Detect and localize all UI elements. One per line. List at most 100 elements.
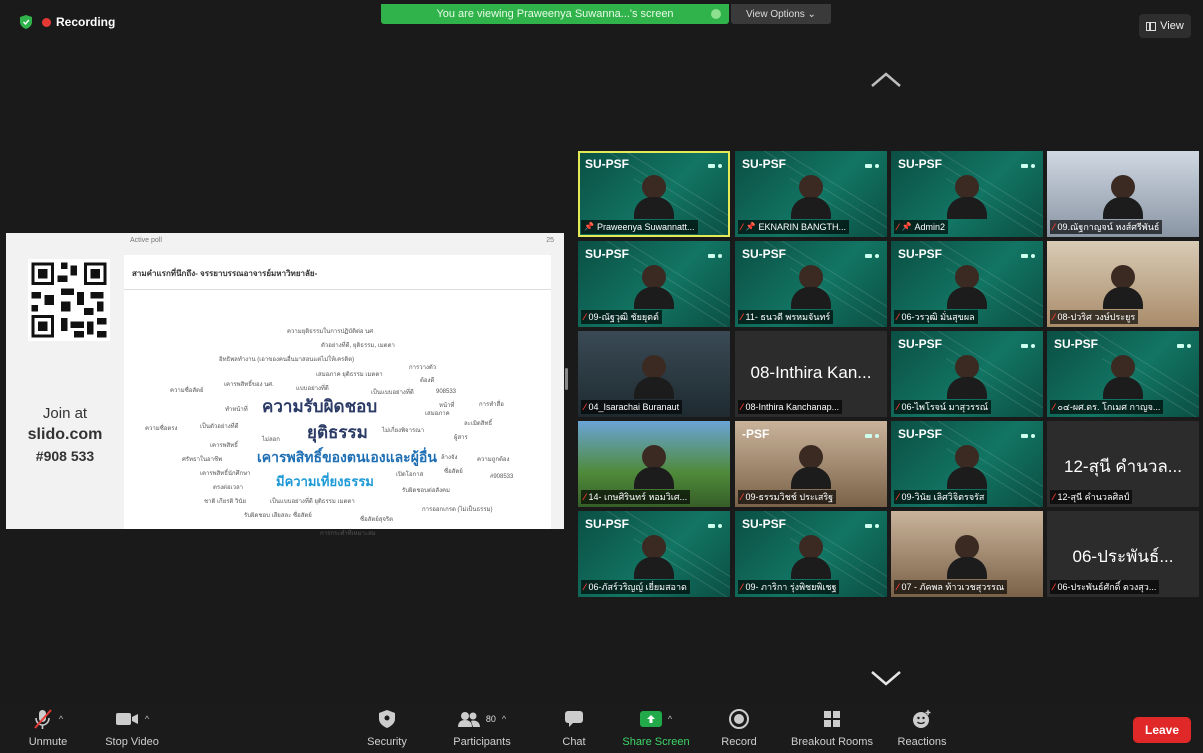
shared-screen: Join at slido.com #908 533 Active poll 2… xyxy=(6,233,564,537)
participants-icon xyxy=(457,712,480,727)
participant-name: 06-ภัสร์วริญญ์ เยี่ยมสอาด xyxy=(588,582,687,592)
chat-button[interactable]: Chat xyxy=(556,707,592,748)
tile-menu-icon[interactable] xyxy=(865,426,881,438)
view-options-button[interactable]: View Options ⌄ xyxy=(731,4,831,24)
pin-icon: 📌 xyxy=(901,222,912,231)
cloud-word: เสมอภาค ยุติธรรม เมตตา xyxy=(316,372,383,378)
breakout-rooms-button[interactable]: Breakout Rooms xyxy=(784,707,880,748)
participant-tile[interactable]: 08-Inthira Kan... ⁄ 08-Inthira Kanchanap..… xyxy=(735,331,887,417)
participant-video xyxy=(634,445,674,491)
tile-menu-icon[interactable] xyxy=(708,516,724,528)
participant-name-tag: 📌 Praweenya Suwannatt... xyxy=(581,220,698,234)
participant-name-tag: ⁄ 08-ปวริศ วงษ์ประยูร xyxy=(1050,310,1139,324)
cloud-word: ชาติ เกียรติ วินัย xyxy=(204,499,246,505)
unmute-label: Unmute xyxy=(28,736,68,748)
participant-tile[interactable]: ⁄ 08-ปวริศ วงษ์ประยูร xyxy=(1047,241,1199,327)
participants-button[interactable]: 80 ^ Participants xyxy=(445,707,519,748)
splitter-handle[interactable] xyxy=(565,368,568,390)
mic-muted-icon: ⁄ xyxy=(1053,222,1055,232)
view-button[interactable]: View xyxy=(1139,14,1191,38)
participant-tile[interactable]: 06-ประพันธ์... ⁄ 06-ประพันธ์ศักดิ์ ดวงสุว.… xyxy=(1047,511,1199,597)
participant-tile[interactable]: SU-PSF ⁄ 09-วินัย เลิศวิจิตรจรัส xyxy=(891,421,1043,507)
mic-muted-icon: ⁄ xyxy=(1053,492,1055,502)
record-button[interactable]: Record xyxy=(714,707,764,748)
participant-tile[interactable]: SU-PSF ⁄ 📌 EKNARIN BANGTH... xyxy=(735,151,887,237)
chevron-up-icon[interactable]: ^ xyxy=(59,714,63,724)
tile-menu-icon[interactable] xyxy=(1021,426,1037,438)
cloud-word: ซื่อสัตย์สุจริต xyxy=(360,517,394,523)
participant-name: 08-ปวริศ วงษ์ประยูร xyxy=(1057,312,1136,322)
breakout-rooms-label: Breakout Rooms xyxy=(791,736,873,748)
participant-video xyxy=(791,265,831,311)
participant-tile[interactable]: ⁄ 14- เกษศิรินทร์ หอมวิเศ... xyxy=(578,421,730,507)
cloud-word: ความซื่อตรง xyxy=(145,426,178,432)
cloud-word: 908533 xyxy=(436,389,457,395)
participant-name: 06-ไพโรจน์ มาสุวรรณ์ xyxy=(901,402,989,412)
chevron-up-icon[interactable]: ^ xyxy=(502,714,506,724)
participant-name: EKNARIN BANGTH... xyxy=(758,222,846,232)
share-screen-button[interactable]: ^ Share Screen xyxy=(618,707,694,748)
participant-tile[interactable]: SU-PSF ⁄ ๐๔-ผศ.ดร. โกเมศ กาญจ... xyxy=(1047,331,1199,417)
participant-tile[interactable]: 12-สุนี คำนวล... ⁄ 12-สุนี คำนวลศิลป์ xyxy=(1047,421,1199,507)
participant-tile[interactable]: SU-PSF ⁄ 📌 Admin2 xyxy=(891,151,1043,237)
chevron-up-icon[interactable] xyxy=(868,68,904,90)
tile-menu-icon[interactable] xyxy=(865,246,881,258)
participant-name: 09-ธรรมวิชช์ ประเสริฐ xyxy=(745,492,834,502)
participant-name-tag: ⁄ 04_Isarachai Buranaut xyxy=(581,400,683,414)
mic-muted-icon: ⁄ xyxy=(741,312,743,322)
record-dot-icon xyxy=(42,17,51,27)
tile-menu-icon[interactable] xyxy=(708,156,724,168)
tile-menu-icon[interactable] xyxy=(1021,156,1037,168)
participant-tile[interactable]: ⁄ 04_Isarachai Buranaut xyxy=(578,331,730,417)
chevron-down-icon[interactable] xyxy=(868,668,904,690)
tile-menu-icon[interactable] xyxy=(1177,336,1193,348)
chat-label: Chat xyxy=(562,736,586,748)
chevron-up-icon[interactable]: ^ xyxy=(145,714,149,724)
shield-icon xyxy=(379,710,395,728)
chevron-up-icon[interactable]: ^ xyxy=(668,714,672,724)
participant-tile[interactable]: SU-PSF ⁄ 09- ภาริกา รุ่งพิชยพิเชฐ xyxy=(735,511,887,597)
join-at-text: Join at xyxy=(42,405,88,422)
participant-name-tag: ⁄ 09- ภาริกา รุ่งพิชยพิเชฐ xyxy=(738,580,840,594)
cloud-word: ซื่อสัตย์ xyxy=(444,469,463,475)
security-button[interactable]: Security xyxy=(360,707,414,748)
unmute-button[interactable]: ^ Unmute xyxy=(22,707,74,748)
participant-name: Praweenya Suwannatt... xyxy=(596,222,695,232)
tile-brand: SU-PSF xyxy=(742,517,787,531)
participant-tile[interactable]: ⁄ 07 - ภัคพล ท้าวเวชสุวรรณ xyxy=(891,511,1043,597)
tile-menu-icon[interactable] xyxy=(1021,336,1037,348)
participant-video xyxy=(791,175,831,221)
tile-menu-icon[interactable] xyxy=(1021,246,1037,258)
reactions-button[interactable]: Reactions xyxy=(892,707,952,748)
cloud-word: ความยุติธรรมในการปฏิบัติต่อ นศ xyxy=(287,329,374,335)
recording-indicator[interactable]: Recording xyxy=(42,15,115,29)
participant-tile[interactable]: SU-PSF ⁄ 06-วรวุฒิ มั่นสุขผล xyxy=(891,241,1043,327)
participant-tile[interactable]: -PSF ⁄ 09-ธรรมวิชช์ ประเสริฐ xyxy=(735,421,887,507)
tile-menu-icon[interactable] xyxy=(865,516,881,528)
participant-name: 09-ณัฐวุฒิ ชัยยุตต์ xyxy=(588,312,659,322)
participant-tile[interactable]: SU-PSF ⁄ 06-ไพโรจน์ มาสุวรรณ์ xyxy=(891,331,1043,417)
poll-question: สามคำแรกที่นึกถึง- จรรยาบรรณอาจารย์มหาวิ… xyxy=(132,269,318,278)
tile-menu-icon[interactable] xyxy=(708,246,724,258)
participant-tile[interactable]: SU-PSF ⁄ 09-ณัฐวุฒิ ชัยยุตต์ xyxy=(578,241,730,327)
participant-tile[interactable]: SU-PSF ⁄ 11- ธนวดี พรหมจันทร์ xyxy=(735,241,887,327)
participant-tile[interactable]: ⁄ 09.ณัฐกาญจน์ หงส์ศรีพันธ์ xyxy=(1047,151,1199,237)
cloud-word: ละเมิดสิทธิ์ xyxy=(464,421,493,427)
participant-video xyxy=(634,355,674,401)
participant-tile[interactable]: SU-PSF ⁄ 06-ภัสร์วริญญ์ เยี่ยมสอาด xyxy=(578,511,730,597)
participant-tile[interactable]: SU-PSF 📌 Praweenya Suwannatt... xyxy=(578,151,730,237)
cloud-word: ต้องดี xyxy=(420,378,435,384)
cloud-word: #908533 xyxy=(490,474,514,480)
cloud-word: เป็นแบบอย่างที่ดี xyxy=(371,390,414,396)
participant-name: 09- ภาริกา รุ่งพิชยพิเชฐ xyxy=(745,582,837,592)
tile-brand: SU-PSF xyxy=(898,337,943,351)
cloud-word: เปิดโอกาส xyxy=(396,472,424,478)
participant-name: 14- เกษศิรินทร์ หอมวิเศ... xyxy=(588,492,688,502)
stop-video-button[interactable]: ^ Stop Video xyxy=(98,707,166,748)
leave-button[interactable]: Leave xyxy=(1133,717,1191,743)
record-label: Record xyxy=(721,736,757,748)
tile-menu-icon[interactable] xyxy=(865,156,881,168)
participant-name: 07 - ภัคพล ท้าวเวชสุวรรณ xyxy=(901,582,1005,592)
mic-muted-icon: ⁄ xyxy=(897,312,899,322)
mic-muted-icon: ⁄ xyxy=(897,222,899,232)
